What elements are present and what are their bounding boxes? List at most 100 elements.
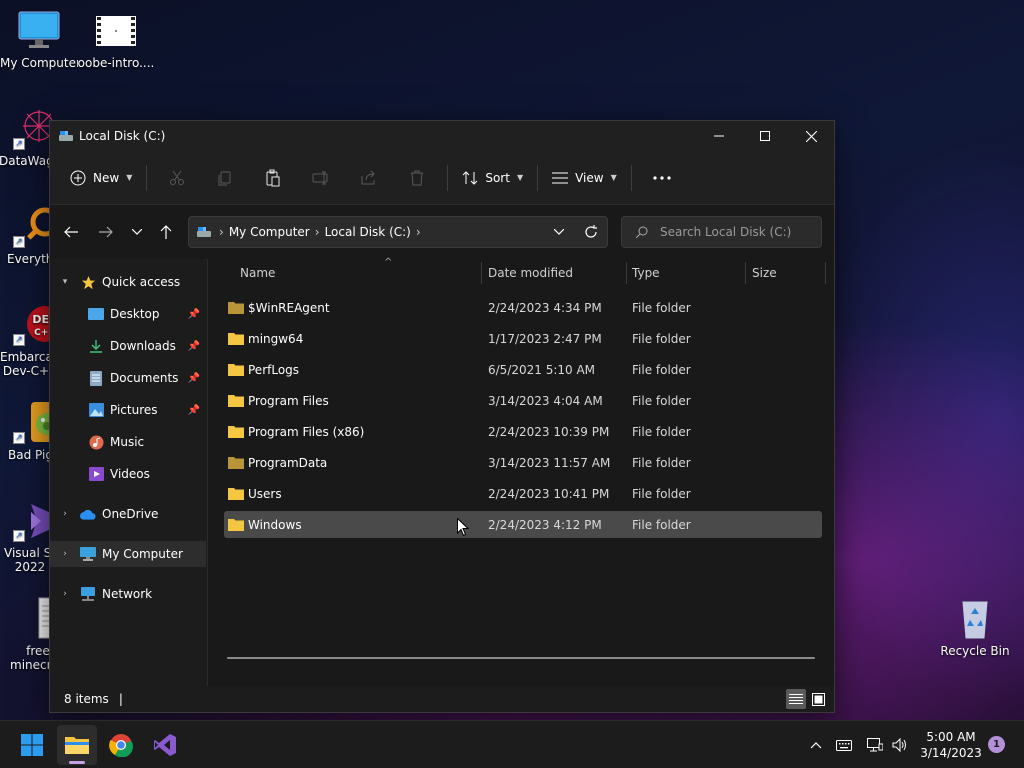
address-bar[interactable]: › My Computer › Local Disk (C:) › (188, 216, 608, 248)
breadcrumb-local-disk[interactable]: Local Disk (C:) (325, 225, 411, 239)
file-name-cell: PerfLogs (228, 363, 299, 377)
sort-button[interactable]: Sort ▼ (454, 162, 531, 194)
pin-icon: 📌 (187, 372, 200, 384)
chevron-right-icon[interactable]: › (58, 509, 72, 519)
recycle-bin-icon (953, 596, 997, 640)
sidebar-item-network[interactable]: › Network (50, 581, 206, 607)
breadcrumb-my-computer[interactable]: My Computer (229, 225, 310, 239)
large-icons-view-button[interactable] (808, 689, 828, 709)
notification-badge[interactable]: 1 (988, 736, 1005, 753)
table-row[interactable]: Users 2/24/2023 10:41 PM File folder (224, 480, 822, 507)
sidebar-item-quick-access[interactable]: ▾ Quick access (50, 269, 206, 295)
cut-button[interactable] (153, 162, 201, 194)
chevron-down-icon (554, 229, 564, 235)
show-hidden-icons-button[interactable] (804, 721, 828, 768)
file-type: File folder (632, 486, 691, 501)
start-button[interactable] (12, 725, 52, 765)
table-row[interactable]: $WinREAgent 2/24/2023 4:34 PM File folder (224, 294, 822, 321)
more-options-button[interactable] (638, 162, 686, 194)
monitor-icon (17, 8, 61, 52)
table-row[interactable]: Program Files 3/14/2023 4:04 AM File folde… (224, 387, 822, 414)
maximize-button[interactable] (742, 121, 788, 151)
title-bar[interactable]: Local Disk (C:) (50, 121, 834, 151)
file-name: ProgramData (248, 455, 328, 470)
column-divider[interactable] (481, 262, 482, 284)
file-name: Program Files (x86) (248, 424, 365, 439)
file-date: 2/24/2023 10:39 PM (488, 424, 610, 439)
video-file-icon (94, 8, 138, 52)
table-row[interactable]: Program Files (x86) 2/24/2023 10:39 PM Fil… (224, 418, 822, 445)
search-box[interactable] (621, 216, 822, 248)
clock-time: 5:00 AM (926, 730, 976, 744)
table-row[interactable]: mingw64 1/17/2023 2:47 PM File folder (224, 325, 822, 352)
sort-icon (462, 170, 478, 185)
chevron-right-icon[interactable]: › (58, 549, 72, 559)
window-title: Local Disk (C:) (79, 129, 166, 143)
file-name-cell: $WinREAgent (228, 301, 330, 315)
breadcrumb-separator-icon: › (415, 225, 421, 239)
sidebar-item-documents[interactable]: Documents 📌 (50, 365, 206, 391)
taskbar: 5:00 AM 3/14/2023 1 (0, 720, 1024, 768)
delete-button[interactable] (393, 162, 441, 194)
clock[interactable]: 5:00 AM 3/14/2023 (906, 729, 996, 761)
chevron-up-icon (810, 742, 822, 749)
column-divider[interactable] (745, 262, 746, 284)
view-button[interactable]: View ▼ (544, 162, 625, 194)
share-button[interactable] (345, 162, 393, 194)
folder-icon (228, 302, 244, 314)
sidebar-item-downloads[interactable]: Downloads 📌 (50, 333, 206, 359)
forward-button[interactable] (90, 216, 122, 248)
new-button[interactable]: New ▼ (62, 162, 140, 194)
back-button[interactable] (55, 216, 87, 248)
desktop-icon-recycle-bin[interactable]: Recycle Bin (936, 596, 1014, 658)
sidebar-item-pictures[interactable]: Pictures 📌 (50, 397, 206, 423)
up-button[interactable] (150, 216, 182, 248)
taskbar-file-explorer[interactable] (57, 725, 97, 765)
tiles-view-icon (811, 692, 825, 706)
file-name: PerfLogs (248, 362, 300, 377)
taskbar-visual-studio[interactable] (145, 725, 185, 765)
desktop-icon-oobe-intro[interactable]: oobe-intro.... (77, 8, 155, 70)
column-header-size[interactable]: Size (752, 259, 822, 287)
scissors-icon (170, 170, 185, 185)
taskbar-chrome[interactable] (101, 725, 141, 765)
recent-locations-button[interactable] (121, 216, 153, 248)
file-type: File folder (632, 455, 691, 470)
sidebar-item-my-computer[interactable]: › My Computer (50, 541, 206, 567)
column-header-type[interactable]: Type (632, 259, 742, 287)
copy-icon (218, 171, 231, 185)
arrow-left-icon (64, 226, 78, 238)
column-header-date[interactable]: Date modified (488, 259, 628, 287)
refresh-button[interactable] (575, 217, 607, 247)
network-status-button[interactable] (864, 721, 886, 768)
keyboard-layout-button[interactable] (832, 721, 856, 768)
rename-button[interactable] (297, 162, 345, 194)
close-button[interactable] (788, 121, 834, 151)
sidebar-item-music[interactable]: Music (50, 429, 206, 455)
copy-button[interactable] (201, 162, 249, 194)
sidebar-item-desktop[interactable]: Desktop 📌 (50, 301, 206, 327)
column-header-name[interactable]: Name ^ (240, 257, 480, 287)
column-divider[interactable] (626, 262, 627, 284)
column-divider[interactable] (825, 262, 826, 284)
minimize-button[interactable] (696, 121, 742, 151)
search-input[interactable] (660, 225, 810, 239)
address-history-button[interactable] (543, 217, 575, 247)
navigation-pane[interactable]: ▾ Quick access Desktop 📌 Downloads 📌 Doc… (50, 259, 208, 689)
toolbar-divider (146, 164, 148, 191)
details-view-button[interactable] (786, 689, 806, 709)
chevron-down-icon[interactable]: ▾ (58, 277, 72, 287)
file-list[interactable]: Name ^ Date modified Type Size $WinREAge… (208, 257, 834, 689)
desktop-icon-my-computer[interactable]: My Computer (0, 8, 78, 70)
sidebar-item-videos[interactable]: Videos (50, 461, 206, 487)
file-name-cell: Windows (228, 518, 302, 532)
view-list-icon (552, 172, 569, 183)
table-row[interactable]: Windows 2/24/2023 4:12 PM File folder (224, 511, 822, 538)
table-row[interactable]: PerfLogs 6/5/2021 5:10 AM File folder (224, 356, 822, 383)
file-explorer-window[interactable]: Local Disk (C:) New ▼ Sort ▼ View ▼ › My… (49, 120, 835, 713)
horizontal-scrollbar[interactable] (227, 657, 815, 659)
chevron-right-icon[interactable]: › (58, 589, 72, 599)
table-row[interactable]: ProgramData 3/14/2023 11:57 AM File folder (224, 449, 822, 476)
sidebar-item-onedrive[interactable]: › OneDrive (50, 501, 206, 527)
paste-button[interactable] (249, 162, 297, 194)
